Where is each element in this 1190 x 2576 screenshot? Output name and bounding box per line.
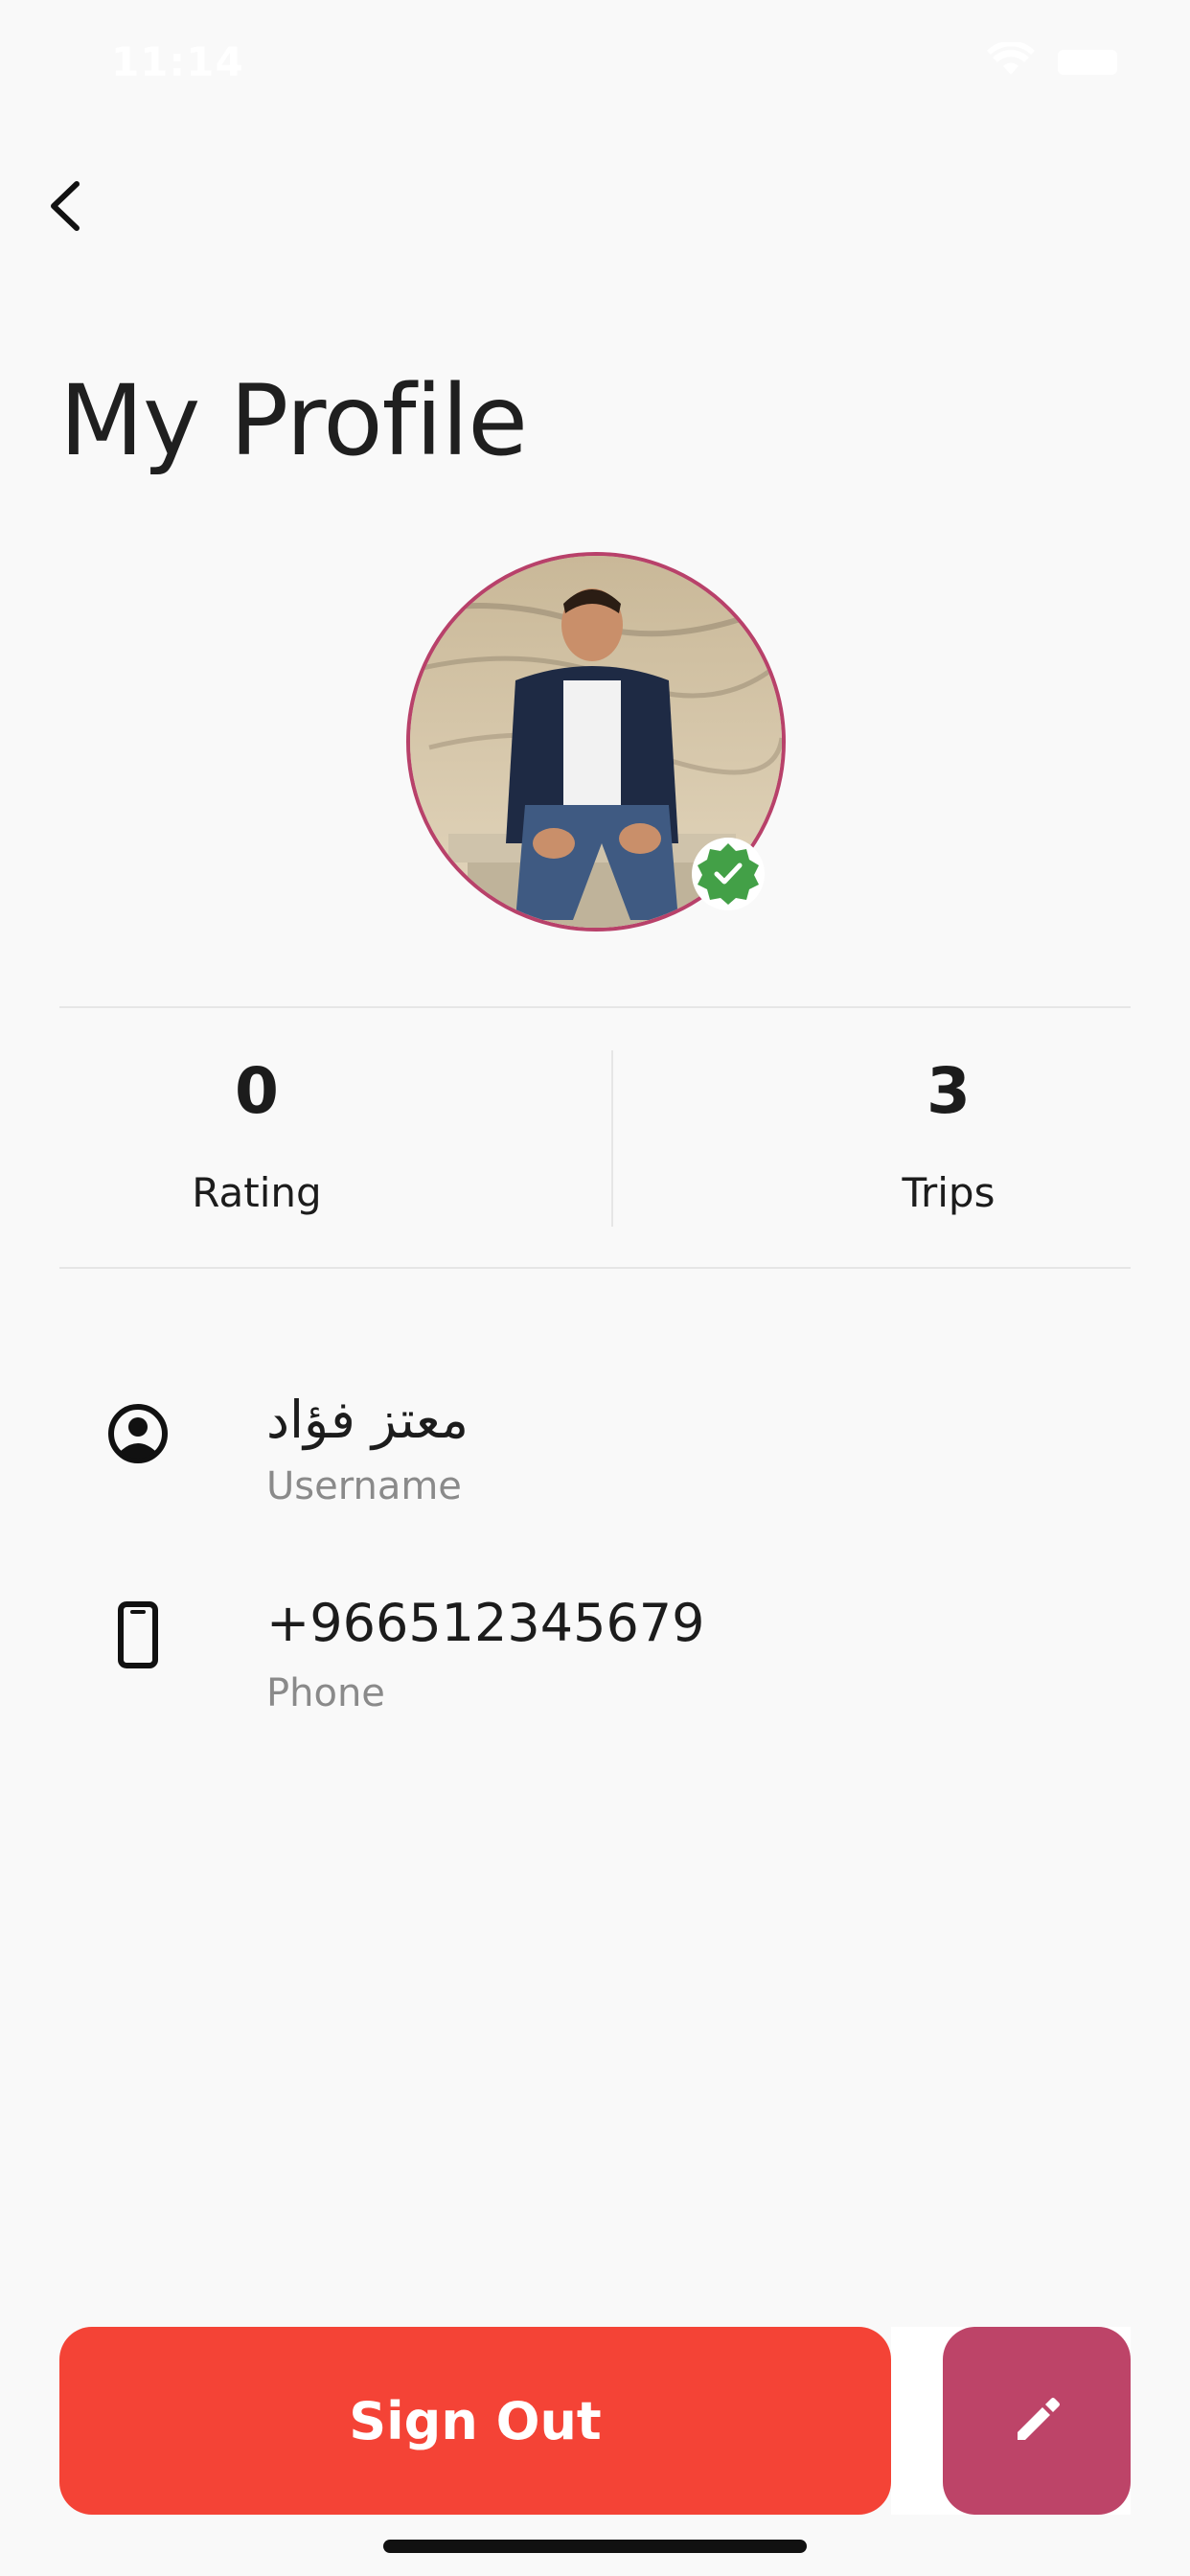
profile-avatar[interactable]	[406, 552, 786, 932]
trips-value: 3	[927, 1054, 971, 1128]
sign-out-button[interactable]: Sign Out	[59, 2327, 891, 2515]
rating-label: Rating	[192, 1169, 322, 1216]
pencil-icon	[1018, 2398, 1060, 2440]
account-circle-icon	[108, 1404, 168, 1463]
stats-separator	[611, 1050, 613, 1227]
status-bar: 11:14	[0, 0, 1190, 126]
phone-row: +966512345679 Phone	[59, 1572, 1131, 1735]
status-time: 11:14	[111, 38, 244, 85]
rating-value: 0	[235, 1054, 279, 1128]
back-button[interactable]	[38, 172, 96, 240]
wifi-icon	[987, 42, 1035, 75]
edit-profile-button[interactable]	[943, 2327, 1131, 2515]
stats-divider-top	[59, 1006, 1131, 1008]
stats-divider-bottom	[59, 1267, 1131, 1269]
page-title: My Profile	[59, 364, 528, 478]
username-row: معتز فؤاد Username	[59, 1361, 1131, 1524]
smartphone-icon	[118, 1601, 158, 1668]
battery-icon	[1058, 50, 1117, 75]
username-label: Username	[266, 1464, 462, 1508]
verified-badge-icon	[692, 838, 765, 910]
home-indicator	[383, 2540, 807, 2553]
phone-label: Phone	[266, 1671, 385, 1715]
trips-label: Trips	[902, 1169, 995, 1216]
phone-value: +966512345679	[266, 1593, 705, 1653]
username-value: معتز فؤاد	[266, 1390, 469, 1450]
